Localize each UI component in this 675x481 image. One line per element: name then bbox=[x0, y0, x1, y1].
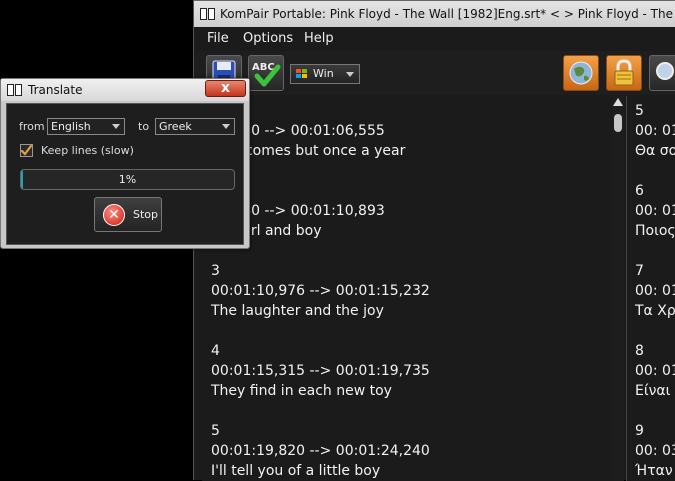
left-panel-scrollbar[interactable] bbox=[612, 96, 624, 481]
menu-file[interactable]: File bbox=[207, 31, 229, 46]
source-subtitle-text: The laughter and the joy bbox=[211, 303, 384, 319]
close-button[interactable]: x bbox=[205, 80, 246, 97]
translation-progress-bar: 1% bbox=[20, 169, 235, 190]
dialog-body: from English to Greek Keep lines (slow) … bbox=[6, 103, 244, 245]
toolbar: ABC Win bbox=[194, 51, 675, 95]
source-subtitle-text: They find in each new toy bbox=[211, 383, 392, 399]
target-subtitle-index: 6 bbox=[635, 183, 644, 199]
target-subtitle-time: 00: 01: bbox=[635, 123, 675, 139]
magnifier-icon bbox=[656, 62, 674, 80]
target-subtitle-index: 9 bbox=[635, 423, 644, 439]
from-language-value: English bbox=[51, 120, 91, 133]
source-subtitle-text: I'll tell you of a little boy bbox=[211, 463, 381, 479]
encoding-select[interactable]: Win bbox=[290, 64, 360, 84]
main-window: KomPair Portable: Pink Floyd - The Wall … bbox=[193, 0, 675, 481]
menu-help[interactable]: Help bbox=[304, 31, 334, 46]
from-label: from bbox=[19, 120, 45, 133]
chevron-down-icon bbox=[222, 124, 230, 129]
target-subtitle-text: Ποιος bbox=[635, 223, 675, 239]
target-subtitle-text: Τα Χρι bbox=[635, 303, 675, 319]
source-subtitle-time: 00:01:19,820 --> 00:01:24,240 bbox=[211, 443, 430, 459]
source-subtitle-time: 00:01:10,976 --> 00:01:15,232 bbox=[211, 283, 430, 299]
stop-x-icon: ✕ bbox=[103, 204, 125, 226]
app-book-icon bbox=[200, 8, 216, 20]
checkmark-icon bbox=[20, 144, 33, 156]
keep-lines-label: Keep lines (slow) bbox=[41, 144, 134, 157]
chevron-down-icon bbox=[346, 72, 354, 77]
target-subtitle-text: Ήταν λ bbox=[635, 463, 675, 479]
stop-label: Stop bbox=[133, 208, 159, 221]
spell-check-icon: ABC bbox=[252, 62, 281, 87]
globe-icon bbox=[569, 61, 593, 85]
dialog-title: Translate bbox=[28, 83, 83, 97]
target-subtitle-time: 00: 01: bbox=[635, 363, 675, 379]
close-icon: x bbox=[220, 80, 231, 96]
target-subtitle-time: 00: 01: bbox=[635, 203, 675, 219]
source-subtitle-index: 4 bbox=[211, 343, 220, 359]
chevron-down-icon bbox=[112, 124, 120, 129]
translate-dialog: Translate x from English to Greek Keep l… bbox=[0, 78, 250, 249]
search-button[interactable] bbox=[649, 55, 675, 91]
target-subtitle-time: 00: 01: bbox=[635, 283, 675, 299]
target-subtitle-text: Θα σου bbox=[635, 143, 675, 159]
padlock-icon bbox=[614, 59, 634, 86]
to-language-select[interactable]: Greek bbox=[155, 118, 235, 135]
to-language-value: Greek bbox=[159, 120, 192, 133]
target-subtitle-text: Είναι α bbox=[635, 383, 675, 399]
windows-logo-icon bbox=[296, 69, 307, 78]
spell-check-button[interactable]: ABC bbox=[248, 55, 284, 91]
to-label: to bbox=[138, 120, 150, 133]
scroll-thumb[interactable] bbox=[614, 114, 622, 132]
lock-button[interactable] bbox=[606, 55, 642, 91]
main-window-title: KomPair Portable: Pink Floyd - The Wall … bbox=[220, 7, 675, 21]
target-subtitle-index: 8 bbox=[635, 343, 644, 359]
progress-percent: 1% bbox=[118, 173, 137, 186]
from-language-select[interactable]: English bbox=[47, 118, 125, 135]
target-subtitle-index: 5 bbox=[635, 103, 644, 119]
translate-web-button[interactable] bbox=[563, 55, 599, 91]
main-titlebar[interactable]: KomPair Portable: Pink Floyd - The Wall … bbox=[194, 1, 675, 27]
menu-bar: File Options Help bbox=[194, 27, 675, 51]
target-subtitle-time: 00: 03: bbox=[635, 443, 675, 459]
stop-button[interactable]: ✕ Stop bbox=[94, 197, 162, 232]
dialog-book-icon bbox=[7, 84, 23, 96]
menu-options[interactable]: Options bbox=[243, 31, 293, 46]
target-subtitle-index: 7 bbox=[635, 263, 644, 279]
source-subtitle-panel[interactable]: 02,300 --> 00:01:06,555 mas comes but onc… bbox=[202, 96, 612, 481]
encoding-value: Win bbox=[313, 67, 334, 80]
source-subtitle-index: 5 bbox=[211, 423, 220, 439]
source-subtitle-time: 00:01:15,315 --> 00:01:19,735 bbox=[211, 363, 430, 379]
source-subtitle-index: 3 bbox=[211, 263, 220, 279]
target-subtitle-panel[interactable]: 5 00: 01: Θα σου 6 00: 01: Ποιος 7 00: 01: Τα Χρ… bbox=[626, 96, 675, 481]
dialog-titlebar[interactable]: Translate x bbox=[1, 79, 249, 101]
scroll-up-arrow-icon[interactable] bbox=[613, 98, 623, 106]
keep-lines-checkbox[interactable] bbox=[20, 144, 33, 157]
